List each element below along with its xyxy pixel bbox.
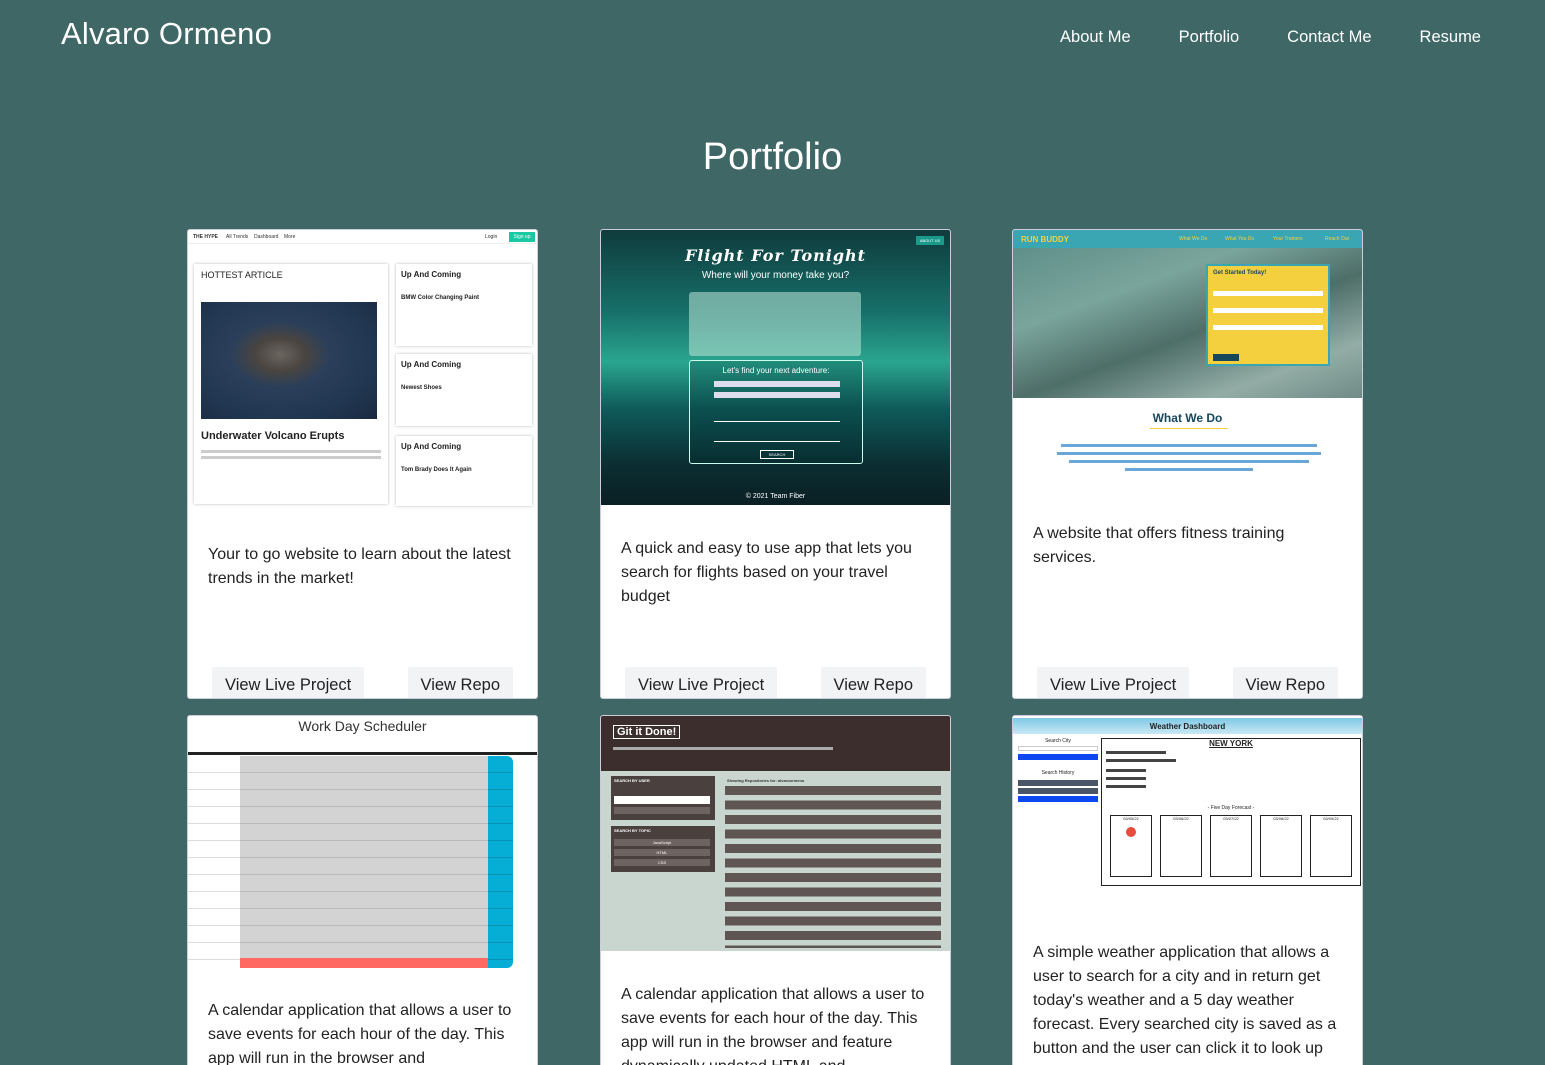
project-description: A quick and easy to use app that lets yo…	[621, 540, 912, 605]
project-screenshot[interactable]: RUN BUDDY What We Do What You Do Your Tr…	[1013, 230, 1362, 494]
main-nav: About Me Portfolio Contact Me Resume	[1012, 28, 1481, 47]
view-repo-button[interactable]: View Repo	[1232, 667, 1338, 698]
project-description: A calendar application that allows a use…	[208, 1002, 512, 1065]
project-description: Your to go website to learn about the la…	[208, 546, 511, 587]
project-screenshot[interactable]: Git it Done! SEARCH BY USER SEARCH BY TO…	[601, 716, 950, 951]
view-live-project-button[interactable]: View Live Project	[625, 667, 778, 698]
project-description: A website that offers fitness training s…	[1033, 525, 1285, 566]
project-description: A simple weather application that allows…	[1033, 944, 1337, 1057]
site-brand[interactable]: Alvaro Ormeno	[61, 16, 272, 52]
project-card: Weather Dashboard Search City Search His…	[1012, 715, 1363, 1065]
project-card: RUN BUDDY What We Do What You Do Your Tr…	[1012, 229, 1363, 699]
project-screenshot[interactable]: Weather Dashboard Search City Search His…	[1013, 716, 1362, 896]
project-card: ABOUT US Flight For Tonight Where will y…	[600, 229, 951, 699]
nav-portfolio[interactable]: Portfolio	[1179, 28, 1240, 47]
project-screenshot[interactable]: THE HYPE All Trends Dashboard More Login…	[188, 230, 537, 515]
project-card: Git it Done! SEARCH BY USER SEARCH BY TO…	[600, 715, 951, 1065]
project-screenshot[interactable]: ABOUT US Flight For Tonight Where will y…	[601, 230, 950, 505]
nav-resume[interactable]: Resume	[1420, 28, 1481, 47]
project-card: THE HYPE All Trends Dashboard More Login…	[187, 229, 538, 699]
project-card: Work Day Scheduler A calendar applicatio…	[187, 715, 538, 1065]
project-screenshot[interactable]: Work Day Scheduler	[188, 716, 537, 968]
project-description: A calendar application that allows a use…	[621, 986, 925, 1065]
page-title: Portfolio	[702, 136, 843, 178]
view-live-project-button[interactable]: View Live Project	[212, 667, 365, 698]
view-repo-button[interactable]: View Repo	[820, 667, 926, 698]
view-repo-button[interactable]: View Repo	[407, 667, 513, 698]
nav-contact-me[interactable]: Contact Me	[1287, 28, 1371, 47]
nav-about-me[interactable]: About Me	[1060, 28, 1131, 47]
view-live-project-button[interactable]: View Live Project	[1037, 667, 1190, 698]
